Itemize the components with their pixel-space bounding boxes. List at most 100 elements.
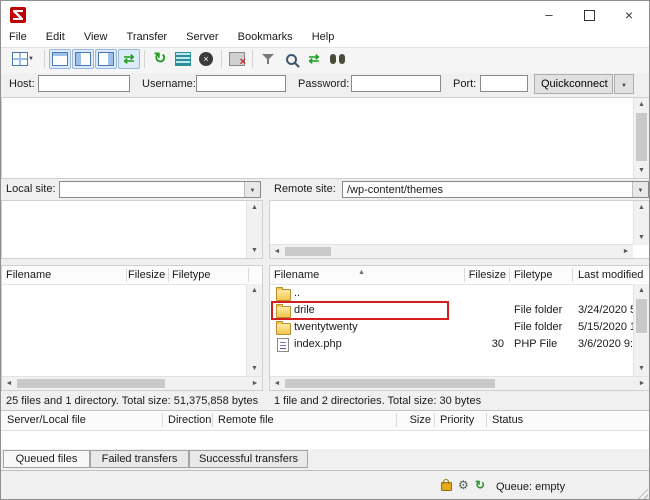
- scroll-down-button[interactable]: ▼: [247, 362, 262, 376]
- queue-column-priority[interactable]: Priority: [440, 414, 474, 426]
- username-input[interactable]: [196, 75, 286, 92]
- scroll-up-button[interactable]: ▲: [634, 98, 649, 112]
- column-separator[interactable]: [572, 268, 573, 282]
- minimize-button[interactable]: –: [529, 1, 569, 29]
- queue-column-status[interactable]: Status: [492, 414, 523, 426]
- password-input[interactable]: [351, 75, 441, 92]
- host-input[interactable]: [38, 75, 130, 92]
- port-input[interactable]: [480, 75, 528, 92]
- local-list-scrollbar[interactable]: ▲ ▼: [246, 284, 262, 376]
- scrollbar-thumb[interactable]: [285, 379, 495, 388]
- refresh-button[interactable]: ↻: [149, 49, 171, 69]
- synchronized-browsing-button[interactable]: ⇄: [303, 49, 325, 69]
- menu-item-edit[interactable]: Edit: [38, 29, 73, 47]
- menu-item-server[interactable]: Server: [178, 29, 226, 47]
- remote-list-scrollbar[interactable]: ▲ ▼: [633, 284, 649, 376]
- filter-button[interactable]: [257, 49, 279, 69]
- queue-column-direction[interactable]: Direction: [168, 414, 211, 426]
- filezilla-logo-icon[interactable]: [10, 7, 26, 23]
- directory-comparison-button[interactable]: [280, 49, 302, 69]
- lock-icon[interactable]: [441, 482, 452, 491]
- scroll-down-button[interactable]: ▼: [634, 362, 649, 376]
- column-separator[interactable]: [212, 413, 213, 427]
- column-header-filesize[interactable]: Filesize: [128, 269, 164, 281]
- scroll-right-button[interactable]: ►: [248, 377, 262, 390]
- file-name: ..: [294, 287, 300, 300]
- remote-list-hscrollbar[interactable]: ◄ ►: [270, 376, 649, 390]
- toggle-local-tree-button[interactable]: [72, 49, 94, 69]
- scroll-up-button[interactable]: ▲: [247, 284, 262, 298]
- scroll-up-button[interactable]: ▲: [634, 284, 649, 298]
- menu-item-bookmarks[interactable]: Bookmarks: [230, 29, 301, 47]
- scrollbar-thumb[interactable]: [636, 113, 647, 161]
- dropdown-icon[interactable]: ▼: [638, 188, 644, 194]
- local-tree-scrollbar[interactable]: ▲ ▼: [246, 201, 262, 258]
- tab-queued-files[interactable]: Queued files: [3, 450, 90, 468]
- queue-column-size[interactable]: Size: [399, 414, 431, 426]
- remote-tree-hscrollbar[interactable]: ◄ ►: [270, 244, 633, 258]
- toggle-transfer-queue-button[interactable]: ⇄: [118, 49, 140, 69]
- scroll-left-button[interactable]: ◄: [270, 245, 284, 258]
- gear-icon[interactable]: ⚙: [458, 479, 469, 491]
- tab-failed-transfers[interactable]: Failed transfers: [90, 450, 189, 468]
- find-files-button[interactable]: [326, 49, 348, 69]
- message-log-scrollbar[interactable]: ▲ ▼: [633, 98, 649, 178]
- disconnect-button[interactable]: ×: [226, 49, 248, 69]
- maximize-button[interactable]: [569, 1, 609, 29]
- column-separator[interactable]: [168, 268, 169, 282]
- dropdown-icon[interactable]: ▼: [250, 188, 256, 194]
- remote-file-row-twentytwenty[interactable]: twentytwenty File folder 5/15/2020 12:: [270, 319, 633, 336]
- menu-item-help[interactable]: Help: [304, 29, 343, 47]
- file-type: File folder: [514, 321, 562, 334]
- cancel-operation-button[interactable]: ×: [195, 49, 217, 69]
- column-header-last-modified[interactable]: Last modified: [578, 269, 643, 281]
- queue-column-remote-file[interactable]: Remote file: [218, 414, 274, 426]
- close-button[interactable]: ×: [609, 1, 649, 29]
- column-separator[interactable]: [434, 413, 435, 427]
- scrollbar-thumb[interactable]: [285, 247, 331, 256]
- scroll-down-button[interactable]: ▼: [634, 231, 649, 245]
- scrollbar-thumb[interactable]: [17, 379, 165, 388]
- scroll-up-button[interactable]: ▲: [247, 201, 262, 215]
- column-separator[interactable]: [162, 413, 163, 427]
- toggle-message-log-button[interactable]: [49, 49, 71, 69]
- scroll-down-button[interactable]: ▼: [247, 244, 262, 258]
- tab-successful-transfers[interactable]: Successful transfers: [189, 450, 308, 468]
- remote-file-row-index-php[interactable]: index.php 30 PHP File 3/6/2020 9:23: [270, 336, 633, 353]
- local-list-hscrollbar[interactable]: ◄ ►: [2, 376, 262, 390]
- filezilla-window: – × File Edit View Transfer Server Bookm…: [0, 0, 650, 500]
- site-manager-button[interactable]: ▼: [7, 49, 39, 69]
- scroll-right-button[interactable]: ►: [619, 245, 633, 258]
- column-separator[interactable]: [486, 413, 487, 427]
- remote-file-row-parent[interactable]: ..: [270, 285, 633, 302]
- scroll-left-button[interactable]: ◄: [2, 377, 16, 390]
- column-separator[interactable]: [126, 268, 127, 282]
- speed-limits-icon[interactable]: ↻: [475, 479, 485, 491]
- toggle-remote-tree-button[interactable]: [95, 49, 117, 69]
- process-queue-button[interactable]: [172, 49, 194, 69]
- menu-item-file[interactable]: File: [1, 29, 35, 47]
- scroll-down-button[interactable]: ▼: [634, 164, 649, 178]
- quickconnect-dropdown-button[interactable]: ▼: [614, 74, 634, 94]
- column-separator[interactable]: [396, 413, 397, 427]
- column-header-filename[interactable]: Filename: [6, 269, 51, 281]
- local-site-combobox[interactable]: ▼: [59, 181, 261, 198]
- remote-site-combobox[interactable]: /wp-content/themes ▼: [342, 181, 649, 198]
- scroll-left-button[interactable]: ◄: [270, 377, 284, 390]
- column-header-filename[interactable]: Filename: [274, 269, 319, 281]
- column-header-filetype[interactable]: Filetype: [514, 269, 553, 281]
- scroll-up-button[interactable]: ▲: [634, 201, 649, 215]
- scroll-right-button[interactable]: ►: [635, 377, 649, 390]
- remote-tree-scrollbar[interactable]: ▲ ▼: [633, 201, 649, 245]
- column-header-filesize[interactable]: Filesize: [466, 269, 506, 281]
- column-header-filetype[interactable]: Filetype: [172, 269, 211, 281]
- quickconnect-button[interactable]: Quickconnect: [534, 74, 613, 94]
- resize-grip[interactable]: [635, 486, 648, 499]
- menu-item-view[interactable]: View: [76, 29, 116, 47]
- column-separator[interactable]: [464, 268, 465, 282]
- scrollbar-thumb[interactable]: [636, 299, 647, 333]
- column-separator[interactable]: [248, 268, 249, 282]
- queue-column-server-local-file[interactable]: Server/Local file: [7, 414, 86, 426]
- column-separator[interactable]: [509, 268, 510, 282]
- menu-item-transfer[interactable]: Transfer: [119, 29, 176, 47]
